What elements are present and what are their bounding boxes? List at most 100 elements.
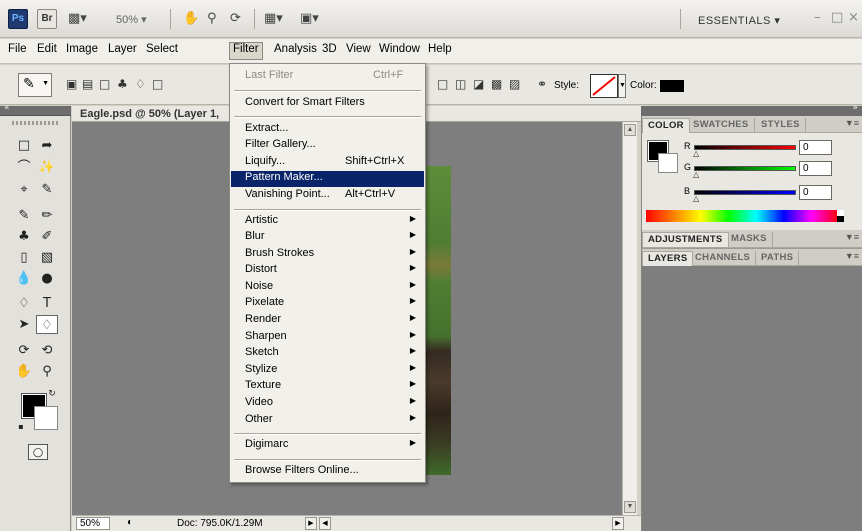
menu-analysis[interactable]: Analysis <box>271 43 320 61</box>
menu-item-distort[interactable]: Distort ▶ <box>231 263 424 279</box>
menu-item-browse-filters-online[interactable]: Browse Filters Online... <box>231 464 424 480</box>
screen-mode-icon[interactable]: ▣▾ <box>300 10 319 28</box>
panel-menu-icon[interactable]: ▼≡ <box>845 118 859 128</box>
tab-layers[interactable]: LAYERS <box>642 251 694 266</box>
path-selection-tool-icon[interactable]: ➤ <box>13 315 35 334</box>
panel-dock-header[interactable]: » <box>641 103 862 116</box>
menu-item-pixelate[interactable]: Pixelate ▶ <box>231 296 424 312</box>
green-slider[interactable] <box>694 166 796 171</box>
green-slider-thumb[interactable]: △ <box>693 170 699 179</box>
menu-item-blur[interactable]: Blur ▶ <box>231 230 424 246</box>
eraser-tool-icon[interactable]: ▯ <box>13 248 35 267</box>
tab-color[interactable]: COLOR <box>642 118 690 133</box>
hand-tool-icon[interactable]: ✋ <box>13 362 35 381</box>
launch-bridge-button[interactable]: Br <box>37 9 57 29</box>
blue-slider-thumb[interactable]: △ <box>693 194 699 203</box>
move-tool-icon[interactable]: ➦ <box>36 136 58 155</box>
status-menu-arrow-icon[interactable]: ▶ <box>305 517 317 530</box>
style-picker[interactable] <box>590 74 618 98</box>
type-tool-icon[interactable]: T <box>36 294 58 313</box>
tool-preset-picker[interactable]: ✎ ▼ <box>18 73 52 97</box>
tab-adjustments[interactable]: ADJUSTMENTS <box>642 232 729 247</box>
fill-pixels-icon[interactable]: □ <box>99 77 110 91</box>
menu-item-noise[interactable]: Noise ▶ <box>231 280 424 296</box>
shape-layers-icon[interactable]: ▣ <box>66 77 77 91</box>
create-new-shape-icon[interactable]: □ <box>437 77 448 91</box>
background-color-swatch[interactable] <box>34 406 58 430</box>
menu-file[interactable]: File <box>5 43 30 61</box>
menu-item-render[interactable]: Render ▶ <box>231 313 424 329</box>
tab-masks[interactable]: MASKS <box>726 232 773 247</box>
close-icon[interactable]: × <box>848 10 859 25</box>
panel-menu-icon[interactable]: ▼≡ <box>845 232 859 242</box>
vertical-scrollbar[interactable]: ▲ ▼ <box>622 122 637 515</box>
swap-colors-icon[interactable]: ↻ <box>46 388 58 400</box>
red-value-input[interactable]: 0 <box>799 140 832 155</box>
tab-styles[interactable]: STYLES <box>756 118 806 133</box>
shape-color-swatch[interactable] <box>660 80 684 92</box>
blue-slider[interactable] <box>694 190 796 195</box>
menu-view[interactable]: View <box>343 43 374 61</box>
menu-3d[interactable]: 3D <box>319 43 340 61</box>
menu-edit[interactable]: Edit <box>34 43 60 61</box>
menu-item-pattern-maker[interactable]: Pattern Maker... <box>231 171 424 187</box>
hscroll-left-icon[interactable]: ◀ <box>319 517 331 530</box>
dodge-tool-icon[interactable]: ● <box>36 269 58 288</box>
paths-icon[interactable]: ▤ <box>82 77 93 91</box>
maximize-icon[interactable]: □ <box>831 10 843 25</box>
custom-shape-tool-icon[interactable]: ♢ <box>36 315 58 334</box>
history-brush-tool-icon[interactable]: ✐ <box>36 227 58 246</box>
lasso-tool-icon[interactable]: ⌒ <box>13 158 35 177</box>
zoom-level-dropdown[interactable]: 50% ▾ <box>116 13 147 26</box>
scroll-down-icon[interactable]: ▼ <box>624 501 636 513</box>
tab-channels[interactable]: CHANNELS <box>690 251 757 266</box>
menu-item-brush-strokes[interactable]: Brush Strokes ▶ <box>231 247 424 263</box>
subtract-shape-icon[interactable]: ◪ <box>473 77 484 91</box>
menu-select[interactable]: Select <box>143 43 181 61</box>
menu-item-extract[interactable]: Extract... <box>231 122 424 138</box>
marquee-tool-icon[interactable]: □ <box>13 136 35 155</box>
tab-swatches[interactable]: SWATCHES <box>688 118 755 133</box>
menu-item-artistic[interactable]: Artistic ▶ <box>231 214 424 230</box>
workspace-switcher[interactable]: ESSENTIALS ▾ <box>698 14 780 27</box>
red-slider[interactable] <box>694 145 796 150</box>
panel-menu-icon[interactable]: ▼≡ <box>845 251 859 261</box>
zoom-icon[interactable]: ⚲ <box>207 10 217 28</box>
blur-tool-icon[interactable]: 💧 <box>13 269 35 288</box>
toolbox-header[interactable]: « <box>0 103 71 116</box>
menu-item-video[interactable]: Video ▶ <box>231 396 424 412</box>
pen-tool-icon[interactable]: ♢ <box>13 294 35 313</box>
brush-tool-icon[interactable]: ✏ <box>36 206 58 225</box>
status-info-icon[interactable]: ◐ <box>124 517 136 530</box>
collapse-icon[interactable]: » <box>852 103 858 113</box>
3d-rotate-tool-icon[interactable]: ⟳ <box>13 341 35 360</box>
pen-icon[interactable]: ♣ <box>117 77 128 91</box>
toolbox-grip[interactable] <box>12 121 58 125</box>
healing-brush-tool-icon[interactable]: ✎ <box>13 206 35 225</box>
freeform-pen-icon[interactable]: ♢ <box>135 77 146 91</box>
menu-item-texture[interactable]: Texture ▶ <box>231 379 424 395</box>
link-icon[interactable]: ⚭ <box>537 77 547 91</box>
clone-stamp-tool-icon[interactable]: ♣ <box>13 227 35 246</box>
menu-item-filter-gallery[interactable]: Filter Gallery... <box>231 138 424 154</box>
green-value-input[interactable]: 0 <box>799 161 832 176</box>
color-spectrum-bar[interactable] <box>646 210 839 222</box>
red-slider-thumb[interactable]: △ <box>693 149 699 158</box>
minimize-icon[interactable]: – <box>814 10 821 25</box>
scroll-up-icon[interactable]: ▲ <box>624 124 636 136</box>
status-zoom-field[interactable]: 50% <box>76 517 110 530</box>
crop-tool-icon[interactable]: ⌖ <box>13 180 35 199</box>
exclude-shape-icon[interactable]: ▨ <box>509 77 520 91</box>
zoom-tool-icon[interactable]: ⚲ <box>36 362 58 381</box>
menu-layer[interactable]: Layer <box>105 43 140 61</box>
menu-image[interactable]: Image <box>63 43 101 61</box>
magic-wand-tool-icon[interactable]: ✨ <box>36 158 58 177</box>
default-colors-icon[interactable]: ▪ <box>16 422 26 432</box>
arrange-documents-icon[interactable]: ▦▾ <box>264 10 283 28</box>
background-color-chip[interactable] <box>658 153 678 173</box>
style-dropdown-arrow[interactable]: ▼ <box>618 74 626 98</box>
intersect-shape-icon[interactable]: ▩ <box>491 77 502 91</box>
menu-item-convert-smart-filters[interactable]: Convert for Smart Filters <box>231 96 424 112</box>
hand-icon[interactable]: ✋ <box>183 10 199 28</box>
tab-paths[interactable]: PATHS <box>756 251 800 266</box>
